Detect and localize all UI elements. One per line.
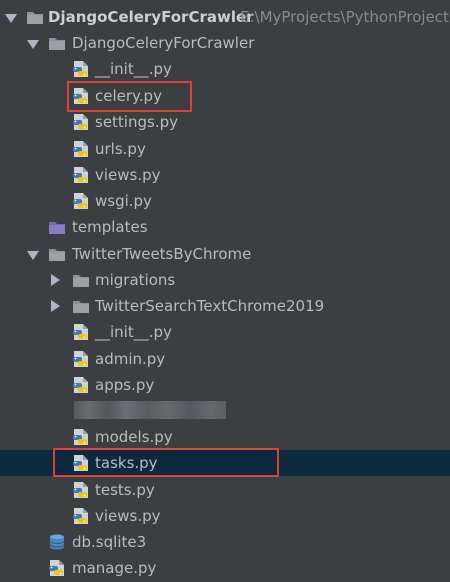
folder-icon — [48, 245, 66, 263]
tree-node-file[interactable]: urls.py — [0, 136, 450, 162]
tree-node-folder[interactable]: migrations — [0, 267, 450, 293]
tree-node-label: __init__.py — [95, 60, 172, 78]
expand-arrow-icon[interactable] — [5, 11, 17, 23]
tree-node-file[interactable]: __init__.py — [0, 56, 450, 82]
tree-node-label: TwitterTweetsByChrome — [72, 245, 252, 263]
tree-node-label: migrations — [95, 271, 176, 289]
collapse-arrow-icon[interactable] — [49, 274, 61, 286]
tree-node-file[interactable]: views.py — [0, 503, 450, 529]
python-file-icon — [72, 507, 90, 525]
expand-arrow-icon[interactable] — [27, 37, 39, 49]
python-file-icon — [72, 140, 90, 158]
tree-node-file[interactable]: models.py — [0, 424, 450, 450]
tree-node-root[interactable]: DjangoCeleryForCrawler E:\MyProjects\Pyt… — [0, 4, 450, 30]
root-path: E:\MyProjects\PythonProject — [240, 8, 449, 26]
tree-node-folder[interactable]: templates — [0, 214, 450, 240]
tree-node-label: tests.py — [95, 481, 155, 499]
python-file-icon — [72, 376, 90, 394]
database-icon — [48, 533, 66, 551]
root-name: DjangoCeleryForCrawler — [48, 8, 254, 26]
highlight-box — [67, 81, 192, 112]
python-file-icon — [48, 559, 66, 577]
folder-icon — [72, 271, 90, 289]
tree-node-label: db.sqlite3 — [72, 533, 147, 551]
tree-node-package[interactable]: DjangoCeleryForCrawler — [0, 30, 450, 56]
tree-node-label: __init__.py — [95, 323, 172, 341]
tree-node-file[interactable]: settings.py — [0, 109, 450, 135]
tree-node-label: apps.py — [95, 376, 155, 394]
tree-node-label: templates — [72, 218, 148, 236]
tree-node-label: TwitterSearchTextChrome2019 — [95, 297, 325, 315]
python-file-icon — [72, 192, 90, 210]
tree-node-file[interactable]: wsgi.py — [0, 188, 450, 214]
folder-icon — [72, 297, 90, 315]
tree-node-label: urls.py — [95, 140, 146, 158]
folder-icon — [48, 34, 66, 52]
python-file-icon — [72, 113, 90, 131]
tree-node-file[interactable]: db.sqlite3 — [0, 529, 450, 555]
folder-icon — [26, 8, 44, 26]
python-file-icon — [72, 166, 90, 184]
expand-arrow-icon[interactable] — [27, 248, 39, 260]
tree-node-file[interactable]: manage.py — [0, 555, 450, 581]
tree-node-label: views.py — [95, 507, 161, 525]
tree-node-label: wsgi.py — [95, 192, 152, 210]
python-file-icon — [72, 60, 90, 78]
tree-node-file[interactable]: admin.py — [0, 346, 450, 372]
python-file-icon — [72, 350, 90, 368]
tree-node-file[interactable]: tests.py — [0, 477, 450, 503]
tree-node-folder[interactable]: TwitterSearchTextChrome2019 — [0, 293, 450, 319]
tree-node-file[interactable]: apps.py — [0, 372, 450, 398]
project-tree: DjangoCeleryForCrawler E:\MyProjects\Pyt… — [0, 0, 450, 582]
collapse-arrow-icon[interactable] — [49, 300, 61, 312]
python-file-icon — [72, 481, 90, 499]
tree-node-label: settings.py — [95, 113, 178, 131]
tree-node-file[interactable]: __init__.py — [0, 319, 450, 345]
tree-node-file[interactable]: views.py — [0, 162, 450, 188]
highlight-box — [53, 448, 279, 477]
tree-node-label: admin.py — [95, 350, 166, 368]
tree-node-package[interactable]: TwitterTweetsByChrome — [0, 241, 450, 267]
python-file-icon — [72, 323, 90, 341]
python-file-icon — [72, 428, 90, 446]
tree-node-label: manage.py — [72, 559, 157, 577]
tree-node-label: DjangoCeleryForCrawler — [72, 34, 255, 52]
redacted-item — [74, 401, 226, 419]
tree-node-label: models.py — [95, 428, 173, 446]
templates-folder-icon — [48, 218, 66, 236]
tree-node-label: views.py — [95, 166, 161, 184]
